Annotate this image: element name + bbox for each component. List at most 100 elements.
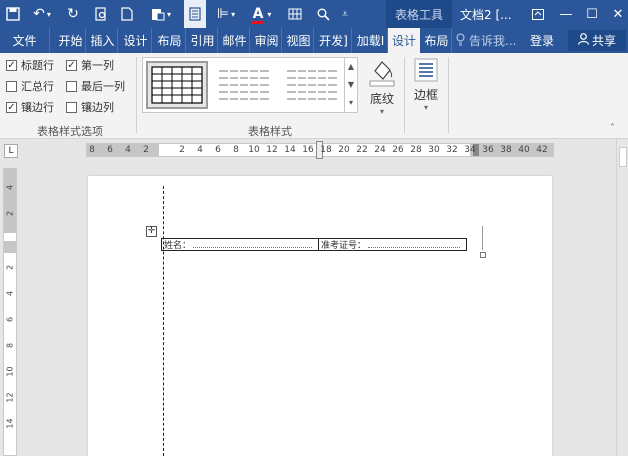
vertical-scrollbar[interactable]	[616, 139, 628, 456]
checkbox-label: 镶边列	[81, 101, 114, 114]
tab-layout[interactable]: 布局	[154, 28, 186, 53]
lightbulb-icon	[456, 33, 465, 49]
table-style-grid-selected[interactable]	[146, 61, 208, 109]
horizontal-ruler[interactable]: 8 6 4 2 2 4 6 8 10 12 14 16 18 20 22 24 26 28 30 32 34 36 38 40…	[86, 141, 554, 159]
document-page[interactable]: ✛ 姓名： 准考证号：	[88, 176, 552, 456]
close-icon[interactable]: ✕	[604, 0, 628, 28]
ruler-tick-label: 36	[482, 145, 494, 155]
ruler-tick-label: 22	[356, 145, 368, 155]
vruler-tick-label: 4	[5, 184, 15, 191]
table-move-handle-icon[interactable]: ✛	[146, 226, 157, 237]
checkbox-box	[66, 80, 77, 92]
table-styles-gallery	[142, 57, 358, 113]
scrollbar-thumb[interactable]	[619, 147, 627, 167]
tab-table-layout[interactable]: 布局	[422, 28, 452, 53]
ruler-tick-label: 14	[284, 145, 296, 155]
tab-table-design[interactable]: 设计	[388, 28, 420, 53]
borders-label: 边框	[413, 88, 438, 102]
tab-addins[interactable]: 加载I	[354, 28, 388, 53]
ruler-tick-label: 32	[446, 145, 458, 155]
margin-guide-line	[163, 186, 164, 456]
ruler-tick-label: 26	[392, 145, 404, 155]
customize-icon[interactable]: ⩡	[336, 0, 354, 28]
fill-line	[193, 241, 312, 248]
checkbox-last-column[interactable]: 最后一列	[66, 78, 125, 94]
borders-button[interactable]: 边框 ▾	[410, 57, 442, 112]
chevron-down-icon: ▾	[423, 103, 428, 112]
minimize-icon[interactable]: —	[552, 0, 580, 28]
table-cell-exam-id[interactable]: 准考证号：	[319, 239, 466, 251]
document-table[interactable]: 姓名： 准考证号：	[161, 238, 467, 251]
ruler-tick-label: 8	[89, 145, 95, 155]
person-icon	[577, 33, 590, 48]
font-color-icon[interactable]: A ▾	[248, 0, 276, 28]
cell-text: 姓名：	[164, 241, 192, 251]
chevron-down-icon: ▾	[379, 107, 384, 116]
checkbox-label: 标题行	[21, 59, 54, 72]
tab-insert[interactable]: 插入	[88, 28, 118, 53]
ruler-tick-label: 40	[518, 145, 530, 155]
group-separator	[136, 57, 137, 133]
tab-home[interactable]: 开始	[56, 28, 86, 53]
gallery-down-icon[interactable]: ▼	[345, 76, 357, 94]
search-icon[interactable]	[312, 0, 334, 28]
paragraph-icon[interactable]: ⊫ ▾	[212, 0, 240, 28]
table-style-light[interactable]	[281, 61, 343, 109]
borders-icon	[413, 57, 439, 86]
ruler-tick-label: 2	[143, 145, 149, 155]
tell-me-box[interactable]: 告诉我...	[456, 28, 516, 53]
table-icon[interactable]	[284, 0, 306, 28]
checkbox-header-row[interactable]: ✓ 标题行	[6, 57, 54, 73]
tell-me-text: 告诉我...	[469, 34, 517, 48]
checkbox-total-row[interactable]: 汇总行	[6, 78, 54, 94]
tab-selector-icon[interactable]: L	[4, 144, 18, 158]
tab-design[interactable]: 设计	[120, 28, 152, 53]
tab-developer[interactable]: 开发]	[316, 28, 352, 53]
fill-line	[368, 241, 460, 248]
tab-file[interactable]: 文件	[0, 28, 50, 53]
vertical-ruler[interactable]: 4 2 2 4 6 8 10 12 14	[3, 168, 17, 456]
tab-references[interactable]: 引用	[188, 28, 218, 53]
checkbox-banded-columns[interactable]: 镶边列	[66, 99, 114, 115]
collapse-ribbon-icon[interactable]: ˄	[610, 123, 615, 134]
checkbox-box	[6, 80, 17, 92]
table-resize-handle-icon[interactable]	[480, 252, 486, 258]
undo-icon[interactable]: ↶ ▾	[28, 0, 56, 28]
ribbon-display-icon[interactable]	[524, 0, 552, 28]
new-doc-icon[interactable]	[116, 0, 138, 28]
group-separator	[404, 57, 405, 133]
redo-icon[interactable]: ↻	[62, 0, 84, 28]
checkbox-label: 镶边行	[21, 101, 54, 114]
vruler-tick-label: 8	[5, 342, 15, 349]
save-icon[interactable]	[2, 0, 24, 28]
ruler-tick-label: 18	[320, 145, 332, 155]
maximize-icon[interactable]: ☐	[578, 0, 606, 28]
title-bar: ↶ ▾ ↻ ▾ ⊫ ▾ A ▾ ⩡ 表格工具 文档2 [... — ☐ ✕	[0, 0, 628, 28]
shading-button[interactable]: 底纹 ▾	[364, 57, 400, 116]
paste-icon[interactable]: ▾	[146, 0, 176, 28]
ruler-tick-label: 28	[410, 145, 422, 155]
ribbon: ✓ 标题行 ✓ 第一列 汇总行 最后一列 ✓ 镶边行 镶边列 表格样式选项 ▲ ▼	[0, 53, 628, 139]
group-label-style-options: 表格样式选项	[37, 125, 103, 138]
ruler-tick-label: 6	[215, 145, 221, 155]
paint-bucket-icon	[367, 57, 397, 90]
ruler-tick-label: 4	[197, 145, 203, 155]
share-button[interactable]: 共享	[568, 30, 626, 51]
gallery-more-icon[interactable]: ▾	[345, 94, 357, 112]
ruler-tick-label: 6	[107, 145, 113, 155]
tab-review[interactable]: 审阅	[252, 28, 282, 53]
tab-view[interactable]: 视图	[284, 28, 314, 53]
table-style-plain[interactable]	[213, 61, 275, 109]
print-preview-icon[interactable]	[90, 0, 112, 28]
checkbox-first-column[interactable]: ✓ 第一列	[66, 57, 114, 73]
context-tab-label: 表格工具	[386, 0, 452, 28]
tab-mailings[interactable]: 邮件	[220, 28, 250, 53]
ruler-tick-label: 30	[428, 145, 440, 155]
gallery-up-icon[interactable]: ▲	[345, 58, 357, 76]
ruler-tick-label: 8	[233, 145, 239, 155]
login-link[interactable]: 登录	[530, 28, 554, 53]
checkbox-banded-rows[interactable]: ✓ 镶边行	[6, 99, 54, 115]
view-icon[interactable]	[184, 0, 206, 28]
table-cell-name[interactable]: 姓名：	[162, 239, 319, 251]
checkbox-label: 汇总行	[21, 80, 54, 93]
